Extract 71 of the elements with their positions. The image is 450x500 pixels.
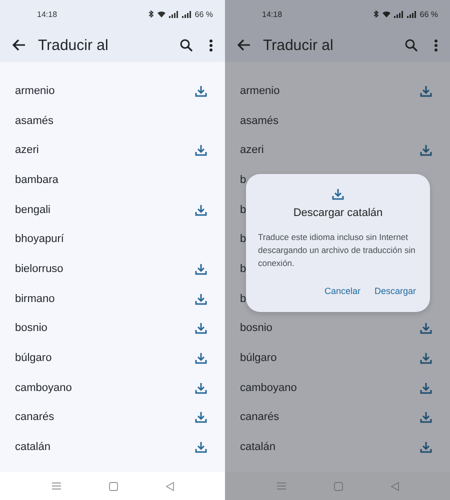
language-name[interactable]: b [240,204,246,216]
signal-icon [394,10,404,18]
language-name[interactable]: armenio [15,84,55,97]
signal-icon [168,10,179,18]
language-name[interactable]: azeri [15,144,39,156]
search-icon[interactable] [405,38,418,52]
download-icon[interactable] [195,84,207,97]
download-icon [332,188,344,200]
language-name[interactable]: b [240,292,246,305]
bluetooth-icon [148,10,154,18]
dialog-title: Descargar catalán [293,207,383,219]
more-options-icon[interactable] [434,38,438,52]
download-icon[interactable] [195,382,207,394]
back-arrow-icon[interactable] [12,39,26,51]
language-name[interactable]: búlgaro [240,352,277,364]
battery-level: 66 % [194,10,213,18]
status-time: 14:18 [37,10,58,18]
language-name[interactable]: bambara [15,174,58,186]
back-arrow-icon[interactable] [237,39,251,51]
wifi-icon [382,10,391,18]
download-icon[interactable] [195,204,207,216]
language-name[interactable]: b [240,262,246,275]
language-name[interactable]: armenio [240,84,280,97]
signal-icon [406,10,417,18]
more-options-icon[interactable] [209,38,213,52]
language-name[interactable]: birmano [15,292,55,305]
menu-icon[interactable] [52,482,60,490]
language-name[interactable]: camboyano [15,382,72,394]
language-name[interactable]: b [240,174,246,186]
language-name[interactable]: asamés [240,114,279,127]
dialog-button[interactable]: Cancelar [322,282,362,300]
download-icon[interactable] [195,292,207,305]
language-name[interactable]: canarés [240,411,280,424]
download-icon[interactable] [420,322,432,334]
back-triangle-icon[interactable] [166,482,174,490]
download-icon[interactable] [420,441,432,454]
language-name[interactable]: bosnio [240,322,272,334]
language-name[interactable]: asamés [15,114,54,127]
download-icon[interactable] [195,411,207,424]
download-icon[interactable] [195,262,207,275]
language-name[interactable]: bengali [15,204,50,216]
language-name[interactable]: bielorruso [15,262,64,275]
home-square-icon[interactable] [108,482,118,490]
language-name[interactable]: catalán [240,441,276,454]
search-icon[interactable] [180,38,193,52]
language-name[interactable]: búlgaro [15,352,52,364]
download-icon[interactable] [195,352,207,364]
download-icon[interactable] [420,411,432,424]
signal-icon [182,10,192,18]
battery-level: 66 % [420,10,438,18]
screen-title: Traducir al [38,36,110,54]
download-icon[interactable] [195,322,207,334]
dialog-button[interactable]: Descargar [372,282,418,300]
screen-title: Traducir al [263,36,334,54]
language-name[interactable]: bosnio [15,322,48,334]
download-icon[interactable] [420,84,432,97]
download-icon[interactable] [195,144,207,156]
dialog-message: Traduce este idioma incluso sin Internet descargando un archivo de traducción sin conexión. [258,231,416,270]
language-name[interactable]: canarés [15,411,54,424]
language-name[interactable]: azeri [240,144,264,156]
bluetooth-icon [372,10,379,18]
language-name[interactable]: camboyano [240,382,297,394]
wifi-icon [156,10,166,18]
download-icon[interactable] [195,441,207,454]
language-name[interactable]: b [240,233,246,246]
language-name[interactable]: catalán [15,441,50,454]
language-name[interactable]: bhoyapurí [15,233,64,246]
status-time: 14:18 [262,10,282,18]
download-icon[interactable] [420,144,432,156]
download-icon[interactable] [420,382,432,394]
download-icon[interactable] [420,352,432,364]
